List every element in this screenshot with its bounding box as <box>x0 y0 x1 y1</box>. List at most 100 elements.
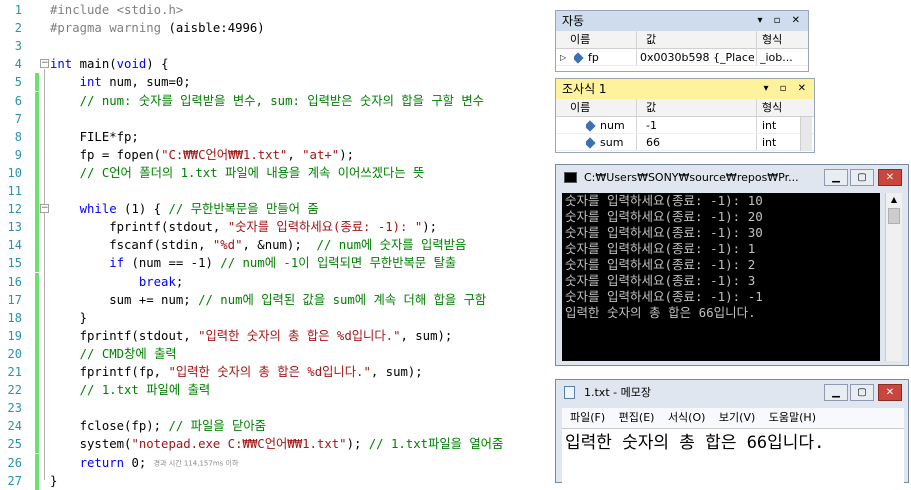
code-line[interactable]: fprintf(fp, "입력한 숫자의 총 합은 %d입니다.", sum); <box>50 363 423 381</box>
code-line[interactable]: // 1.txt 파일에 출력 <box>50 381 211 399</box>
notepad-text-area[interactable]: 입력한 숫자의 총 합은 66입니다. <box>562 428 904 484</box>
code-line[interactable]: fscanf(stdin, "%d", &num); // num에 숫자를 입… <box>50 236 466 254</box>
code-token: "입력한 숫자의 총 합은 %d입니다." <box>198 328 401 343</box>
console-output[interactable]: 숫자를 입력하세요(종료: -1): 10 숫자를 입력하세요(종료: -1): … <box>562 193 880 361</box>
menu-edit[interactable]: 편집(E) <box>619 411 655 424</box>
code-line[interactable]: fprintf(stdout, "숫자를 입력하세요(종료: -1): "); <box>50 218 437 236</box>
minimize-button[interactable]: ▁ <box>824 384 848 401</box>
code-line[interactable]: } <box>50 309 87 327</box>
code-line[interactable]: fprintf(stdout, "입력한 숫자의 총 합은 %d입니다.", s… <box>50 327 453 345</box>
scroll-thumb[interactable] <box>888 208 900 224</box>
change-indicator <box>35 127 39 146</box>
console-scrollbar[interactable]: ▲ <box>885 193 902 361</box>
code-line[interactable]: fclose(fp); // 파일을 닫아줌 <box>50 417 266 435</box>
code-token: break <box>138 274 176 289</box>
autos-row-name-cell: fp <box>574 49 599 66</box>
line-number: 17 <box>7 292 22 307</box>
expand-arrow-icon[interactable]: ▷ <box>560 49 566 66</box>
code-line[interactable]: // CMD창에 출력 <box>50 345 177 363</box>
code-line[interactable]: // num: 숫자를 입력받을 변수, sum: 입력받은 숫자의 합을 구할… <box>50 92 484 110</box>
autos-row[interactable]: ▷ fp 0x0030b598 {_Place... _iob... <box>556 49 808 66</box>
close-button[interactable]: ✕ <box>878 169 902 186</box>
code-line[interactable]: FILE*fp; <box>50 128 139 146</box>
code-line[interactable]: system("notepad.exe C:₩₩C언어₩₩1.txt"); //… <box>50 435 504 453</box>
code-line[interactable]: #include <stdio.h> <box>50 1 183 19</box>
code-token: // num에 숫자를 입력받음 <box>316 238 467 253</box>
autos-title-bar[interactable]: 자동 ▾ ▫ ✕ <box>556 11 808 31</box>
code-line[interactable]: while (1) { // 무한반복문을 만들어 줌 <box>50 200 319 218</box>
change-indicator <box>35 182 39 200</box>
watch-row-name: num <box>600 119 625 132</box>
watch-col-name[interactable]: 이름 <box>570 99 590 117</box>
close-button[interactable]: ✕ <box>878 384 902 401</box>
line-number: 14 <box>7 238 22 253</box>
line-number: 8 <box>14 129 22 144</box>
variable-icon <box>586 120 596 132</box>
collapse-icon[interactable]: − <box>40 59 49 69</box>
watch-row[interactable]: sum 66 int <box>556 134 814 151</box>
watch-scrollbar[interactable] <box>800 117 812 151</box>
watch-window: 조사식 1 ▾ ▫ ✕ 이름 값 형식 num -1 int sum 66 in… <box>555 78 815 153</box>
code-line[interactable]: int num, sum=0; <box>50 73 191 91</box>
code-token: fprintf(stdout, <box>50 328 199 343</box>
autos-col-type[interactable]: 형식 <box>762 31 782 49</box>
line-number: 19 <box>7 328 22 343</box>
watch-col-type[interactable]: 형식 <box>762 99 782 117</box>
watch-row[interactable]: num -1 int <box>556 117 814 134</box>
console-line: 입력한 숫자의 총 합은 66입니다. <box>565 305 756 320</box>
notepad-title-bar[interactable]: 1.txt - 메모장 ▁ ▢ ✕ <box>556 380 908 406</box>
notepad-text[interactable]: 입력한 숫자의 총 합은 66입니다. <box>562 429 904 457</box>
code-token: "%d" <box>212 238 243 253</box>
change-indicator <box>35 272 39 291</box>
watch-window-controls[interactable]: ▾ ▫ ✕ <box>763 79 810 99</box>
change-indicator <box>35 399 39 418</box>
line-number: 4 <box>14 57 22 72</box>
code-line[interactable]: // C언어 폴더의 1.txt 파일에 내용을 계속 이어쓰겠다는 뜻 <box>50 164 425 182</box>
code-line[interactable]: break; <box>50 273 183 291</box>
menu-view[interactable]: 보기(V) <box>719 411 755 424</box>
change-indicator <box>35 326 39 345</box>
line-number: 1 <box>14 3 22 17</box>
autos-window-controls[interactable]: ▾ ▫ ✕ <box>757 11 804 31</box>
code-token: system( <box>50 437 132 452</box>
console-line: 숫자를 입력하세요(종료: -1): 10 <box>565 193 763 208</box>
console-line: 숫자를 입력하세요(종료: -1): 20 <box>565 209 763 224</box>
change-indicator <box>35 381 39 400</box>
minimize-button[interactable]: ▁ <box>824 169 848 186</box>
change-indicator <box>35 91 39 110</box>
line-number-gutter: 1 2 3 4 5 6 7 8 9 10 11 12 13 14 15 16 17 18 19 20 21 22 23 24 2… <box>0 0 34 488</box>
code-token: // 무한반복문을 만들어 줌 <box>168 202 319 217</box>
line-number: 3 <box>14 39 22 54</box>
autos-col-value[interactable]: 값 <box>646 31 656 49</box>
code-line[interactable]: #pragma warning (aisble:4996) <box>50 19 265 37</box>
code-line[interactable]: int main(void) { <box>50 55 168 73</box>
code-token: // C언어 폴더의 1.txt 파일에 내용을 계속 이어쓰겠다는 뜻 <box>50 165 425 180</box>
menu-file[interactable]: 파일(F) <box>570 411 605 424</box>
console-title-bar[interactable]: C:₩Users₩SONY₩source₩repos₩Pr... ▁ ▢ ✕ <box>556 165 908 191</box>
console-line: 숫자를 입력하세요(종료: -1): 2 <box>565 257 756 272</box>
code-token: "notepad.exe C:₩₩C언어₩₩1.txt" <box>131 437 347 452</box>
maximize-button[interactable]: ▢ <box>850 384 874 401</box>
scroll-up-icon[interactable]: ▲ <box>886 193 902 207</box>
change-indicator <box>35 308 39 327</box>
maximize-button[interactable]: ▢ <box>850 169 874 186</box>
watch-title-bar[interactable]: 조사식 1 ▾ ▫ ✕ <box>556 79 814 99</box>
menu-help[interactable]: 도움말(H) <box>769 411 816 424</box>
code-line[interactable]: return 0; 경과 시간 114,157ms 이하 <box>50 454 239 472</box>
notepad-menu-bar: 파일(F) 편집(E) 서식(O) 보기(V) 도움말(H) <box>562 408 904 428</box>
change-indicator <box>35 200 39 219</box>
code-line[interactable]: } <box>50 472 57 490</box>
code-token: sum += num; <box>50 292 199 307</box>
code-token: , &num); <box>242 238 317 253</box>
code-token: #pragma warning <box>50 21 169 36</box>
code-line[interactable]: sum += num; // num에 입력된 값을 sum에 계속 더해 합을… <box>50 291 486 309</box>
code-token: } <box>50 310 88 325</box>
code-token: } <box>50 473 58 488</box>
autos-col-name[interactable]: 이름 <box>570 31 590 49</box>
collapse-icon[interactable]: − <box>40 204 49 214</box>
menu-format[interactable]: 서식(O) <box>668 411 705 424</box>
code-line[interactable]: if (num == -1) // num에 -1이 입력되면 무한반복문 탈출 <box>50 254 456 272</box>
watch-col-value[interactable]: 값 <box>646 99 656 117</box>
line-number: 23 <box>7 401 22 416</box>
code-line[interactable]: fp = fopen("C:₩₩C언어₩₩1.txt", "at+"); <box>50 146 354 164</box>
